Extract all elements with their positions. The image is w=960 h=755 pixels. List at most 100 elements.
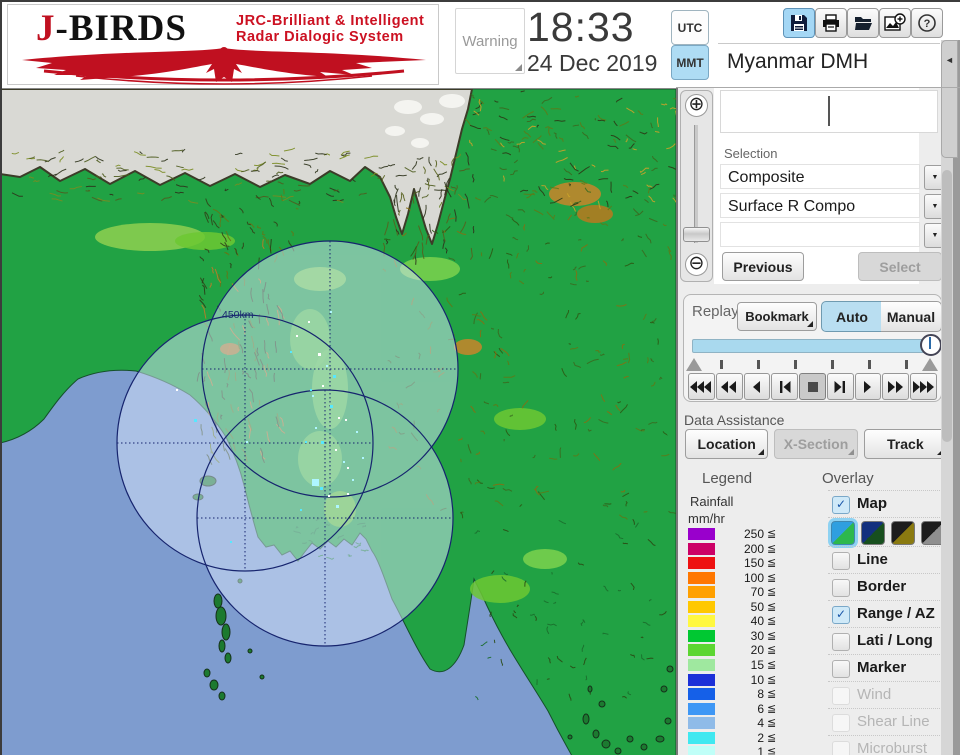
step-forward-button[interactable] bbox=[826, 373, 854, 400]
step-back-button[interactable] bbox=[771, 373, 799, 400]
track-button[interactable]: Track bbox=[863, 429, 947, 459]
select-button[interactable]: Select bbox=[858, 252, 942, 281]
corner-fold-icon bbox=[515, 64, 522, 71]
utc-toggle-button[interactable]: UTC bbox=[671, 10, 709, 45]
legend-entry: 250 ≦ bbox=[688, 527, 798, 542]
zoom-in-button[interactable]: ⊕ bbox=[685, 94, 708, 117]
logo-birds: -BIRDS bbox=[55, 8, 187, 49]
floppy-disk-icon bbox=[791, 15, 807, 31]
rewind-3x-button[interactable] bbox=[688, 373, 715, 400]
open-folder-button[interactable] bbox=[847, 8, 879, 38]
capture-image-button[interactable] bbox=[879, 8, 911, 38]
x-section-button[interactable]: X-Section bbox=[774, 429, 858, 459]
map-checkbox[interactable]: ✓ bbox=[832, 496, 850, 514]
legend-entry: 50 ≦ bbox=[688, 600, 798, 615]
play-reverse-button[interactable] bbox=[743, 373, 771, 400]
wind-checkbox[interactable] bbox=[832, 687, 850, 705]
selection-label: Selection bbox=[724, 146, 778, 161]
window-frame-top bbox=[0, 0, 960, 2]
range-az-checkbox[interactable]: ✓ bbox=[832, 606, 850, 624]
stop-icon bbox=[807, 381, 818, 392]
legend-value: 70 bbox=[750, 585, 764, 600]
legend-entry: 10 ≦ bbox=[688, 673, 798, 688]
microburst-checkbox[interactable] bbox=[832, 741, 850, 755]
mmt-toggle-button[interactable]: MMT bbox=[671, 45, 709, 80]
legend-entry: 30 ≦ bbox=[688, 629, 798, 644]
slider-start-marker[interactable] bbox=[686, 358, 702, 371]
dropdown-product[interactable]: Surface R Compo bbox=[720, 193, 920, 218]
text-cursor bbox=[828, 96, 830, 126]
legend-value: 4 bbox=[757, 716, 764, 731]
slider-end-marker[interactable] bbox=[922, 358, 938, 371]
microburst-label: Microburst bbox=[857, 740, 928, 755]
map-style-row bbox=[828, 517, 945, 545]
zoom-out-button[interactable]: ⊖ bbox=[685, 253, 708, 276]
forward-3x-button[interactable] bbox=[910, 373, 938, 400]
warning-button[interactable]: Warning bbox=[455, 8, 525, 74]
legend-value: 40 bbox=[750, 614, 764, 629]
line-label: Line bbox=[857, 551, 888, 568]
print-button[interactable] bbox=[815, 8, 847, 38]
station-list-box[interactable] bbox=[720, 90, 938, 133]
lati-long-checkbox[interactable] bbox=[832, 633, 850, 651]
legend-color-swatch bbox=[688, 528, 715, 540]
play-button[interactable] bbox=[854, 373, 882, 400]
zoom-slider-thumb[interactable] bbox=[683, 227, 710, 242]
rewind-3x-icon bbox=[690, 380, 712, 393]
legend-le-symbol: ≦ bbox=[767, 586, 777, 599]
legend-entry: 2 ≦ bbox=[688, 731, 798, 746]
legend-le-symbol: ≦ bbox=[767, 571, 777, 584]
replay-label: Replay bbox=[692, 303, 739, 320]
logo-j: J bbox=[36, 8, 56, 49]
panel-collapse-tab[interactable]: ◄ bbox=[941, 40, 958, 158]
map-style-black-olive[interactable] bbox=[891, 521, 915, 545]
border-checkbox[interactable] bbox=[832, 579, 850, 597]
shear-line-label: Shear Line bbox=[857, 713, 930, 730]
dropdown-category[interactable]: Composite bbox=[720, 164, 920, 189]
marker-checkbox[interactable] bbox=[832, 660, 850, 678]
shear-line-checkbox[interactable] bbox=[832, 714, 850, 732]
legend-le-symbol: ≦ bbox=[767, 600, 777, 613]
line-checkbox[interactable] bbox=[832, 552, 850, 570]
radar-map[interactable]: 450km bbox=[0, 88, 683, 755]
replay-slider-handle[interactable] bbox=[920, 334, 942, 356]
overlay-row-lati-long: Lati / Long bbox=[828, 627, 940, 655]
slider-tick bbox=[905, 360, 908, 369]
play-icon bbox=[864, 380, 872, 393]
location-button[interactable]: Location bbox=[685, 429, 769, 459]
range-distance-label: 450km bbox=[222, 309, 254, 321]
map-style-navy-darkgreen[interactable] bbox=[861, 521, 885, 545]
manual-mode-button[interactable]: Manual bbox=[881, 301, 942, 332]
overlay-row-border: Border bbox=[828, 573, 940, 601]
map-style-blue-green[interactable] bbox=[831, 521, 855, 545]
stop-button[interactable] bbox=[799, 373, 826, 400]
previous-button[interactable]: Previous bbox=[722, 252, 804, 281]
printer-icon bbox=[823, 14, 839, 32]
legend-color-swatch bbox=[688, 571, 715, 584]
dropdown-extra[interactable] bbox=[720, 222, 920, 247]
app-window: J-BIRDS JRC-Brilliant & Intelligent Rada… bbox=[0, 0, 960, 755]
save-button[interactable] bbox=[783, 8, 815, 38]
slider-tick bbox=[794, 360, 797, 369]
forward-2x-button[interactable] bbox=[882, 373, 910, 400]
legend-entry: 6 ≦ bbox=[688, 702, 798, 717]
marker-label: Marker bbox=[857, 659, 907, 676]
legend-value: 20 bbox=[750, 643, 764, 658]
overlay-row-marker: Marker bbox=[828, 654, 940, 682]
legend-color-swatch bbox=[688, 542, 715, 555]
overlay-row-wind: Wind bbox=[828, 681, 940, 709]
replay-slider-track[interactable] bbox=[692, 339, 934, 353]
panel-scrollbar-thumb[interactable] bbox=[942, 170, 952, 442]
rewind-2x-button[interactable] bbox=[715, 373, 743, 400]
legend-value: 1 bbox=[757, 745, 764, 755]
overlay-row-map: ✓ Map bbox=[828, 490, 940, 518]
zoom-slider-track[interactable] bbox=[694, 125, 698, 243]
slider-tick bbox=[868, 360, 871, 369]
map-label: Map bbox=[857, 495, 887, 512]
auto-mode-button[interactable]: Auto bbox=[821, 301, 883, 332]
legend-color-swatch bbox=[688, 586, 715, 599]
help-button[interactable]: ? bbox=[911, 8, 943, 38]
legend-entry: 1 ≦ bbox=[688, 745, 798, 755]
bookmark-button[interactable]: Bookmark bbox=[737, 302, 817, 331]
data-assistance-label: Data Assistance bbox=[684, 412, 785, 428]
